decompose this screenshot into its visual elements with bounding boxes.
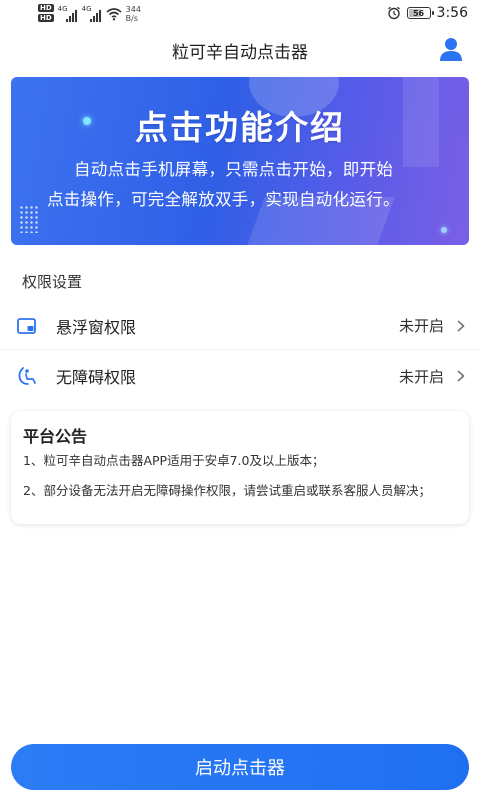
accessibility-icon	[18, 367, 36, 385]
banner-desc-line: 自动点击手机屏幕，只需点击开始，即开始	[74, 160, 394, 179]
permissions-section-title: 权限设置	[22, 273, 83, 291]
net-speed: 344 B/s	[126, 5, 141, 23]
status-bar: HD HD 4G 4G 344 B/s 56 3:56	[0, 0, 480, 28]
banner-title: 点击功能介绍	[135, 108, 345, 147]
banner-glow-decoration	[441, 227, 447, 233]
battery-level: 56	[412, 8, 425, 18]
permission-status: 未开启	[398, 367, 444, 386]
banner-dots-decoration	[19, 205, 39, 233]
battery-icon: 56	[406, 7, 434, 19]
signal-label: 4G	[57, 5, 68, 13]
banner-description: 自动点击手机屏幕，只需点击开始，即开始 点击操作，可完全解放双手，实现自动化运行…	[47, 155, 453, 215]
hd-badges: HD HD	[38, 4, 54, 22]
chevron-right-icon	[457, 319, 465, 332]
banner-desc-line: 点击操作，可完全解放双手，实现自动化运行。	[47, 190, 400, 209]
notice-title: 平台公告	[23, 427, 88, 446]
signal-icon: 4G	[57, 5, 78, 22]
permission-label: 悬浮窗权限	[56, 317, 137, 337]
page-title: 粒可辛自动点击器	[172, 43, 308, 63]
floating-window-icon	[17, 317, 36, 334]
permission-row-accessibility[interactable]: 无障碍权限 未开启	[0, 352, 480, 400]
notice-line: 2、部分设备无法开启无障碍操作权限，请尝试重启或联系客服人员解决；	[23, 483, 431, 498]
signal-icon: 4G	[81, 5, 102, 22]
start-clicker-button[interactable]: 启动点击器	[11, 744, 469, 790]
signal-label: 4G	[81, 5, 92, 13]
user-icon[interactable]	[438, 36, 464, 62]
notice-line: 1、粒可辛自动点击器APP适用于安卓7.0及以上版本；	[23, 453, 325, 468]
net-speed-unit: B/s	[125, 14, 139, 23]
clock: 3:56	[436, 5, 468, 21]
status-left: HD HD 4G 4G 344 B/s	[38, 4, 141, 23]
permission-status: 未开启	[398, 317, 444, 335]
feature-banner: 点击功能介绍 自动点击手机屏幕，只需点击开始，即开始 点击操作，可完全解放双手，…	[11, 77, 469, 245]
chevron-right-icon	[457, 370, 465, 382]
alarm-icon	[387, 6, 400, 20]
status-right: 56 3:56	[387, 5, 468, 21]
wifi-icon	[106, 8, 122, 21]
platform-notice-card: 平台公告 1、粒可辛自动点击器APP适用于安卓7.0及以上版本； 2、部分设备无…	[11, 411, 469, 524]
net-speed-value: 344	[125, 5, 141, 14]
permission-label: 无障碍权限	[56, 368, 137, 387]
hd-badge: HD	[38, 14, 54, 22]
permission-row-floating-window[interactable]: 悬浮窗权限 未开启	[0, 302, 480, 350]
hd-badge: HD	[38, 4, 54, 12]
app-header: 粒可辛自动点击器	[0, 30, 480, 70]
